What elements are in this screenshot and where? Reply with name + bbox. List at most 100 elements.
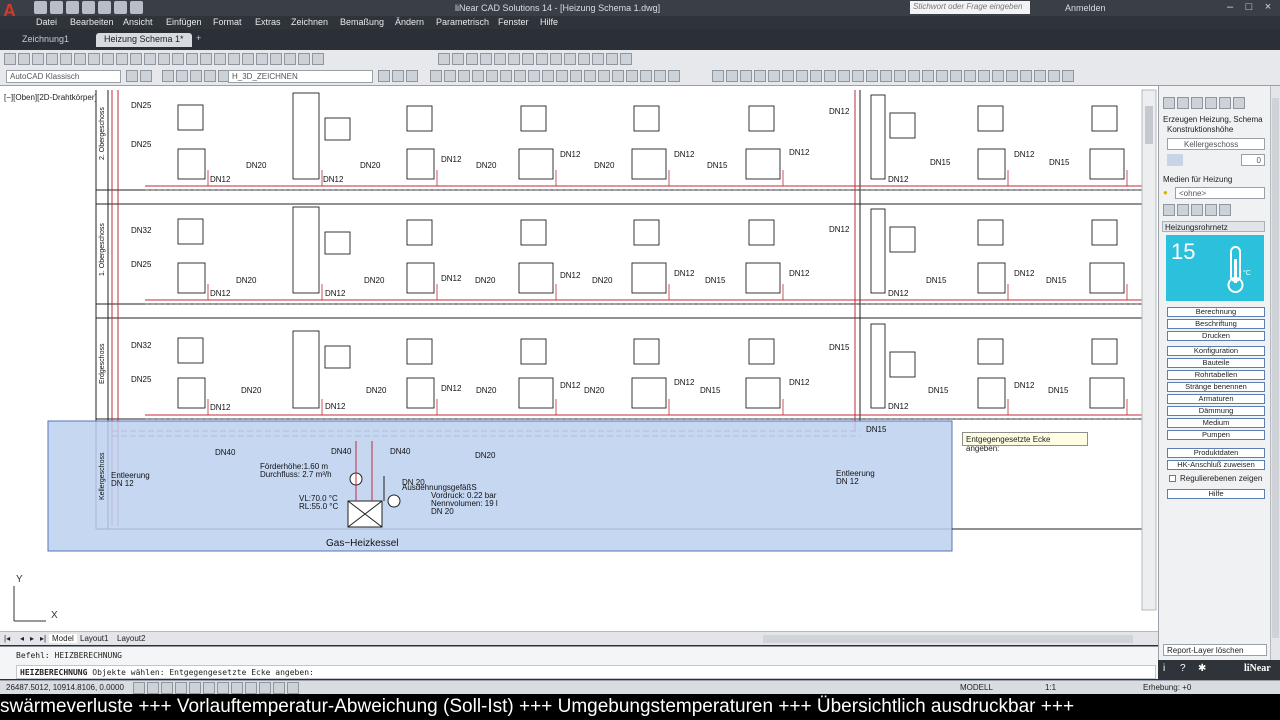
hilfe-button[interactable]: Hilfe <box>1167 489 1265 499</box>
settings-icon[interactable]: ✱ <box>1198 663 1206 674</box>
edit-icon[interactable] <box>978 70 990 82</box>
dyn-icon[interactable] <box>231 682 243 694</box>
edit-icon[interactable] <box>796 70 808 82</box>
workspace-icon[interactable] <box>140 70 152 82</box>
new-tab-icon[interactable]: + <box>196 33 212 47</box>
view-icon[interactable] <box>452 53 464 65</box>
polar-icon[interactable] <box>175 682 187 694</box>
drawing-canvas[interactable]: DN25 DN25 DN32 DN25 DN32 DN25 DN12 DN20 … <box>0 86 1158 631</box>
view-label[interactable]: [−][Oben][2D-Drahtkörper] <box>4 93 97 102</box>
beschriftung-button[interactable]: Beschriftung <box>1167 319 1265 329</box>
floor-height-input[interactable]: 0 <box>1241 154 1265 166</box>
menu-item[interactable]: Parametrisch <box>436 17 489 27</box>
edit-icon[interactable] <box>726 70 738 82</box>
draw-icon[interactable] <box>528 70 540 82</box>
model-toggle[interactable]: MODELL <box>960 683 993 692</box>
qp-icon[interactable] <box>273 682 285 694</box>
transparency-icon[interactable] <box>259 682 271 694</box>
new-icon[interactable] <box>4 53 16 65</box>
help-icon[interactable] <box>312 53 324 65</box>
otrack-icon[interactable] <box>203 682 215 694</box>
ortho-icon[interactable] <box>161 682 173 694</box>
edit-icon[interactable] <box>740 70 752 82</box>
lock-icon[interactable] <box>204 70 216 82</box>
draw-icon[interactable] <box>654 70 666 82</box>
edit-icon[interactable] <box>922 70 934 82</box>
daemmung-button[interactable]: Dämmung <box>1167 406 1265 416</box>
menu-item[interactable]: Ändern <box>395 17 424 27</box>
menu-item[interactable]: Zeichnen <box>291 17 328 27</box>
panel-tool-icon[interactable] <box>1205 97 1217 109</box>
nav-next-icon[interactable]: ▸ <box>30 634 34 643</box>
view-icon[interactable] <box>606 53 618 65</box>
search-input[interactable]: Stichwort oder Frage eingeben <box>910 1 1030 14</box>
layer-select[interactable]: H_3D_ZEICHNEN <box>228 70 373 83</box>
view-icon[interactable] <box>536 53 548 65</box>
edit-icon[interactable] <box>782 70 794 82</box>
layer-tool-icon[interactable] <box>378 70 390 82</box>
view-icon[interactable] <box>592 53 604 65</box>
menu-item[interactable]: Format <box>213 17 242 27</box>
publish-icon[interactable] <box>74 53 86 65</box>
minimize-icon[interactable]: – <box>1222 1 1238 14</box>
edit-icon[interactable] <box>852 70 864 82</box>
draw-icon[interactable] <box>486 70 498 82</box>
regulierebenen-checkbox[interactable] <box>1169 475 1176 482</box>
lightbulb-icon[interactable] <box>176 70 188 82</box>
save-as-icon[interactable] <box>82 1 95 14</box>
command-line[interactable]: Befehl: HEIZBERECHNUNG HEIZBERECHNUNG Ob… <box>0 646 1158 679</box>
edit-icon[interactable] <box>992 70 1004 82</box>
produktdaten-button[interactable]: Produktdaten <box>1167 448 1265 458</box>
panel-tool-icon[interactable] <box>1177 97 1189 109</box>
draw-icon[interactable] <box>430 70 442 82</box>
help-icon[interactable]: ? <box>1180 663 1186 674</box>
view-icon[interactable] <box>466 53 478 65</box>
edit-icon[interactable] <box>1034 70 1046 82</box>
edit-icon[interactable] <box>964 70 976 82</box>
nav-first-icon[interactable]: |◂ <box>4 634 10 643</box>
edit-icon[interactable] <box>712 70 724 82</box>
undo-icon[interactable] <box>114 1 127 14</box>
draw-icon[interactable] <box>556 70 568 82</box>
zoom-previous-icon[interactable] <box>214 53 226 65</box>
edit-icon[interactable] <box>908 70 920 82</box>
edit-icon[interactable] <box>754 70 766 82</box>
edit-icon[interactable] <box>824 70 836 82</box>
osnap-icon[interactable] <box>189 682 201 694</box>
floor-color-swatch[interactable] <box>1167 154 1183 166</box>
menu-item[interactable]: Bearbeiten <box>70 17 114 27</box>
edit-icon[interactable] <box>1062 70 1074 82</box>
report-layer-button[interactable]: Report-Layer löschen <box>1163 644 1267 656</box>
floor-select[interactable]: Kellergeschoss <box>1167 138 1265 150</box>
close-icon[interactable]: × <box>1260 1 1276 14</box>
maximize-icon[interactable]: □ <box>1241 1 1257 14</box>
layer-tool-icon[interactable] <box>392 70 404 82</box>
draw-icon[interactable] <box>584 70 596 82</box>
lineweight-icon[interactable] <box>245 682 257 694</box>
design-center-icon[interactable] <box>242 53 254 65</box>
medium-select[interactable]: <ohne> <box>1175 187 1265 199</box>
paste-icon[interactable] <box>116 53 128 65</box>
save-icon[interactable] <box>32 53 44 65</box>
layer-properties-icon[interactable] <box>162 70 174 82</box>
draw-icon[interactable] <box>570 70 582 82</box>
layer-tool-icon[interactable] <box>406 70 418 82</box>
draw-icon[interactable] <box>668 70 680 82</box>
tool-palette-icon[interactable] <box>256 53 268 65</box>
konfiguration-button[interactable]: Konfiguration <box>1167 346 1265 356</box>
ducs-icon[interactable] <box>217 682 229 694</box>
zoom-window-icon[interactable] <box>200 53 212 65</box>
draw-icon[interactable] <box>458 70 470 82</box>
globe-icon[interactable] <box>1177 204 1189 216</box>
view-icon[interactable] <box>550 53 562 65</box>
draw-icon[interactable] <box>542 70 554 82</box>
medium-button[interactable]: Medium <box>1167 418 1265 428</box>
bauteile-button[interactable]: Bauteile <box>1167 358 1265 368</box>
save-icon[interactable] <box>66 1 79 14</box>
menu-item[interactable]: Extras <box>255 17 281 27</box>
copy-icon[interactable] <box>102 53 114 65</box>
pan-icon[interactable] <box>172 53 184 65</box>
panel-tool-icon[interactable] <box>1191 97 1203 109</box>
menu-item[interactable]: Datei <box>36 17 57 27</box>
edit-icon[interactable] <box>838 70 850 82</box>
